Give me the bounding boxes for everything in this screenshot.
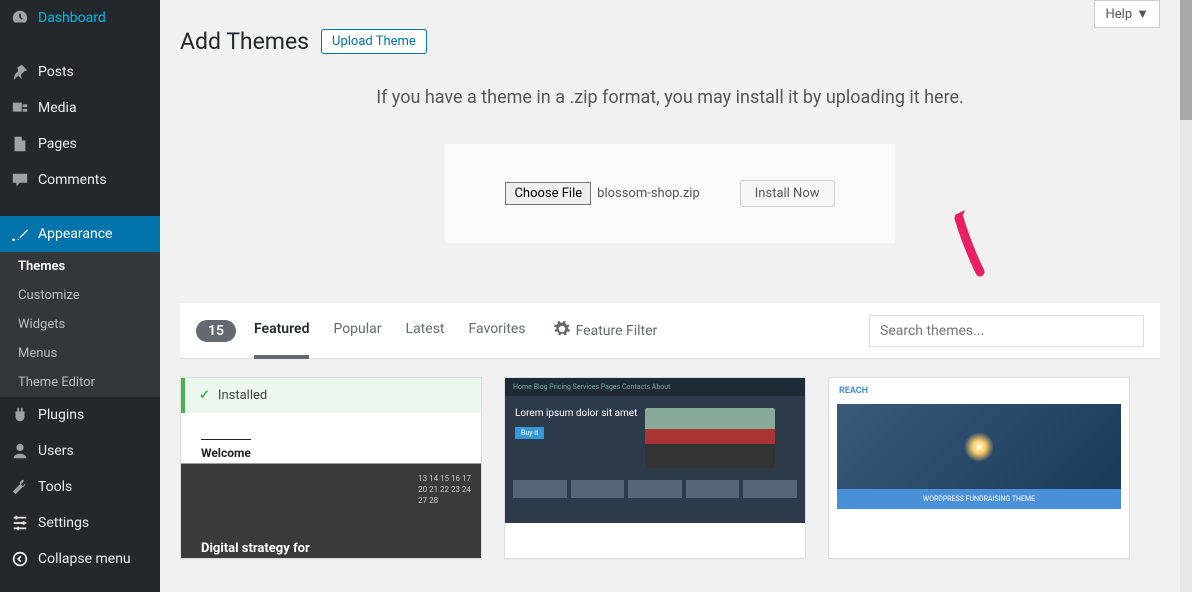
theme-preview: Home Blog Pricing Services Pages Contact… [505, 378, 805, 523]
scrollbar-thumb[interactable] [1180, 0, 1192, 120]
upload-section: If you have a theme in a .zip format, yo… [180, 87, 1160, 243]
sidebar-item-posts[interactable]: Posts [0, 54, 160, 90]
submenu-widgets[interactable]: Widgets [0, 310, 160, 339]
sidebar-item-comments[interactable]: Comments [0, 162, 160, 198]
search-box [869, 315, 1144, 347]
theme-preview: REACH WORDPRESS FUNDRAISING THEME [829, 378, 1129, 523]
wrench-icon [10, 477, 30, 497]
sidebar-label: Users [38, 443, 74, 459]
users-icon [10, 441, 30, 461]
filter-tabs: Featured Popular Latest Favorites [254, 303, 526, 358]
theme-preview: Welcome 13 14 15 16 1720 21 22 23 2427 2… [181, 413, 481, 558]
check-icon: ✓ [199, 388, 210, 403]
sidebar-label: Posts [38, 64, 74, 80]
theme-grid: ✓ Installed Welcome 13 14 15 16 1720 21 … [180, 377, 1160, 559]
sidebar-label: Collapse menu [38, 551, 131, 567]
installed-banner: ✓ Installed [181, 378, 481, 413]
gear-icon [554, 321, 570, 341]
tab-popular[interactable]: Popular [333, 303, 381, 358]
dashboard-icon [10, 8, 30, 28]
install-now-button[interactable]: Install Now [740, 180, 835, 207]
sidebar-item-dashboard[interactable]: Dashboard [0, 0, 160, 36]
sidebar-item-tools[interactable]: Tools [0, 469, 160, 505]
plug-icon [10, 405, 30, 425]
media-icon [10, 98, 30, 118]
sidebar-item-users[interactable]: Users [0, 433, 160, 469]
collapse-icon [10, 549, 30, 569]
help-tab[interactable]: Help ▼ [1094, 0, 1160, 28]
pin-icon [10, 62, 30, 82]
sliders-icon [10, 513, 30, 533]
sidebar-label: Plugins [38, 407, 84, 423]
page-header: Add Themes Upload Theme [180, 28, 1160, 55]
chevron-down-icon: ▼ [1136, 6, 1149, 22]
theme-card[interactable]: Home Blog Pricing Services Pages Contact… [504, 377, 806, 559]
search-themes-input[interactable] [869, 315, 1144, 347]
upload-form: Choose File blossom-shop.zip Install Now [445, 144, 894, 243]
sidebar-item-plugins[interactable]: Plugins [0, 397, 160, 433]
tab-favorites[interactable]: Favorites [469, 303, 526, 358]
scrollbar[interactable] [1180, 0, 1192, 592]
sidebar-label: Comments [38, 172, 107, 188]
brush-icon [10, 224, 30, 244]
feature-filter-button[interactable]: Feature Filter [554, 321, 658, 341]
page-title: Add Themes [180, 28, 309, 55]
theme-card[interactable]: ✓ Installed Welcome 13 14 15 16 1720 21 … [180, 377, 482, 559]
choose-file-button[interactable]: Choose File [505, 182, 591, 205]
sidebar-label: Settings [38, 515, 89, 531]
page-icon [10, 134, 30, 154]
sidebar-label: Media [38, 100, 77, 116]
submenu-customize[interactable]: Customize [0, 281, 160, 310]
filter-bar: 15 Featured Popular Latest Favorites Fea… [180, 303, 1160, 359]
tab-featured[interactable]: Featured [254, 303, 309, 359]
theme-count-badge: 15 [196, 320, 236, 342]
comment-icon [10, 170, 30, 190]
upload-instruction: If you have a theme in a .zip format, yo… [180, 87, 1160, 108]
admin-sidebar: Dashboard Posts Media Pages Comments App… [0, 0, 160, 592]
sidebar-label: Appearance [38, 226, 112, 242]
selected-filename: blossom-shop.zip [597, 186, 700, 201]
sidebar-label: Pages [38, 136, 77, 152]
sidebar-label: Dashboard [38, 10, 106, 26]
main-content: Help ▼ Add Themes Upload Theme If you ha… [160, 0, 1180, 592]
file-input-group: Choose File blossom-shop.zip [505, 182, 699, 205]
submenu-themes[interactable]: Themes [0, 252, 160, 281]
sidebar-item-media[interactable]: Media [0, 90, 160, 126]
submenu-menus[interactable]: Menus [0, 339, 160, 368]
tab-latest[interactable]: Latest [406, 303, 445, 358]
upload-theme-button[interactable]: Upload Theme [321, 29, 427, 54]
theme-card[interactable]: REACH WORDPRESS FUNDRAISING THEME [828, 377, 1130, 559]
submenu-theme-editor[interactable]: Theme Editor [0, 368, 160, 397]
sidebar-item-appearance[interactable]: Appearance [0, 216, 160, 252]
sidebar-item-collapse[interactable]: Collapse menu [0, 541, 160, 577]
sidebar-item-pages[interactable]: Pages [0, 126, 160, 162]
sidebar-label: Tools [38, 479, 72, 495]
sidebar-item-settings[interactable]: Settings [0, 505, 160, 541]
appearance-submenu: Themes Customize Widgets Menus Theme Edi… [0, 252, 160, 397]
